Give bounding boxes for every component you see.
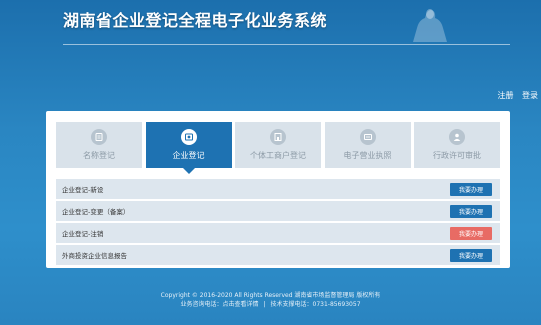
consult-link[interactable]: 业务咨询电话：点击查看详情 xyxy=(180,301,258,308)
tab-individual-business[interactable]: 个体工商户登记 xyxy=(235,122,321,168)
tab-name-register[interactable]: 名称登记 xyxy=(56,122,142,168)
support-phone: 技术支撑电话：0731-85693057 xyxy=(270,301,361,308)
service-label: 外商投资企业信息报告 xyxy=(62,252,127,260)
site-title: 湖南省企业登记全程电子化业务系统 xyxy=(63,11,328,30)
handle-button[interactable]: 我要办理 xyxy=(450,204,492,218)
name-register-icon xyxy=(91,129,107,145)
list-item: 企业登记-注销 我要办理 xyxy=(56,223,500,243)
main-panel: 名称登记 企业登记 个体工商户登记 电子营业执照 行政许可审批 企业登记-新设 … xyxy=(46,111,510,268)
list-item: 企业登记-新设 我要办理 xyxy=(56,179,500,199)
individual-business-icon xyxy=(270,129,286,145)
tab-label: 个体工商户登记 xyxy=(250,151,306,160)
tab-label: 企业登记 xyxy=(172,151,205,160)
tab-label: 名称登记 xyxy=(83,151,115,160)
service-label: 企业登记-新设 xyxy=(62,186,104,194)
list-item: 外商投资企业信息报告 我要办理 xyxy=(56,245,500,265)
contact-line: 业务咨询电话：点击查看详情 | 技术支撑电话：0731-85693057 xyxy=(0,300,541,309)
handle-button[interactable]: 我要办理 xyxy=(450,182,492,196)
footer: Copyright © 2016-2020 All Rights Reserve… xyxy=(0,291,541,309)
auth-links: 注册 登录 xyxy=(491,90,538,101)
tab-e-license[interactable]: 电子营业执照 xyxy=(324,122,411,168)
register-link[interactable]: 注册 xyxy=(497,91,513,100)
statue-logo-icon xyxy=(413,9,447,42)
tab-label: 行政许可审批 xyxy=(433,151,481,160)
category-tabs: 名称登记 企业登记 个体工商户登记 电子营业执照 行政许可审批 xyxy=(56,122,500,177)
e-license-icon xyxy=(359,129,376,145)
list-item: 企业登记-变更（备案） 我要办理 xyxy=(56,201,500,221)
separator: | xyxy=(263,301,266,308)
service-label: 企业登记-变更（备案） xyxy=(62,208,130,216)
tab-label: 电子营业执照 xyxy=(343,151,392,160)
tab-admin-approval[interactable]: 行政许可审批 xyxy=(414,122,500,168)
header: 湖南省企业登记全程电子化业务系统 xyxy=(0,0,541,46)
service-list: 企业登记-新设 我要办理 企业登记-变更（备案） 我要办理 企业登记-注销 我要… xyxy=(56,179,500,267)
login-link[interactable]: 登录 xyxy=(522,91,538,100)
header-divider xyxy=(63,44,510,45)
handle-button[interactable]: 我要办理 xyxy=(450,248,492,262)
copyright-text: Copyright © 2016-2020 All Rights Reserve… xyxy=(160,292,381,299)
enterprise-register-icon xyxy=(180,129,197,145)
tab-enterprise-register[interactable]: 企业登记 xyxy=(145,122,232,174)
handle-button[interactable]: 我要办理 xyxy=(450,226,492,240)
service-label: 企业登记-注销 xyxy=(62,230,104,238)
admin-approval-icon xyxy=(449,129,465,145)
